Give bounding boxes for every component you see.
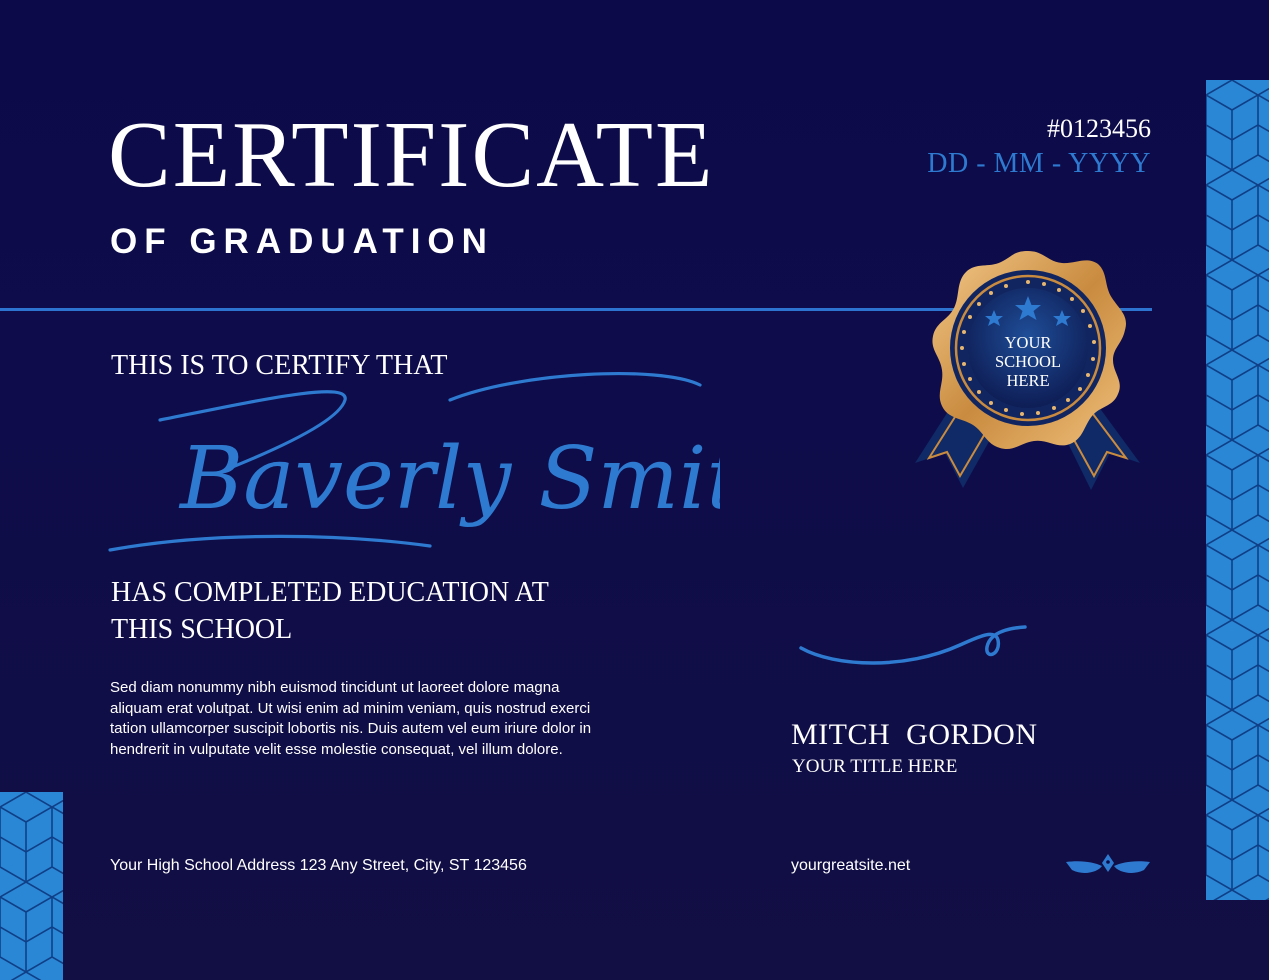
completed-statement: HAS COMPLETED EDUCATION AT THIS SCHOOL	[111, 574, 631, 648]
certificate-date: DD - MM - YYYY	[927, 148, 1151, 179]
certificate-subtitle: OF GRADUATION	[110, 222, 494, 261]
certificate-title: CERTIFICATE	[108, 103, 715, 207]
completed-line-2: THIS SCHOOL	[111, 614, 293, 645]
recipient-name: Baverly Smith	[108, 372, 720, 552]
certificate-page: CERTIFICATE OF GRADUATION #0123456 DD - …	[0, 0, 1269, 980]
description-paragraph: Sed diam nonummy nibh euismod tincidunt …	[110, 679, 592, 758]
website-link[interactable]: yourgreatsite.net	[791, 857, 910, 875]
seal-text: YOUR SCHOOL HERE	[978, 333, 1078, 390]
pen-nib-wings-logo-icon	[1066, 854, 1150, 873]
cube-pattern-graphic	[1206, 80, 1269, 900]
seal-line-3: HERE	[1006, 371, 1050, 390]
seal-line-1: YOUR	[1004, 333, 1052, 352]
recipient-name-text: Baverly Smith	[178, 429, 720, 529]
left-cube-pattern	[0, 792, 63, 980]
completed-line-1: HAS COMPLETED EDUCATION AT	[111, 577, 549, 608]
right-cube-pattern	[1206, 80, 1269, 900]
signer-name: MITCH GORDON	[791, 718, 1038, 751]
certificate-number: #0123456	[1047, 114, 1151, 143]
cube-pattern-graphic	[0, 792, 63, 980]
signer-title: YOUR TITLE HERE	[792, 756, 958, 777]
signature-graphic	[799, 625, 1027, 665]
school-address: Your High School Address 123 Any Street,…	[110, 857, 527, 874]
seal-line-2: SCHOOL	[994, 352, 1061, 371]
